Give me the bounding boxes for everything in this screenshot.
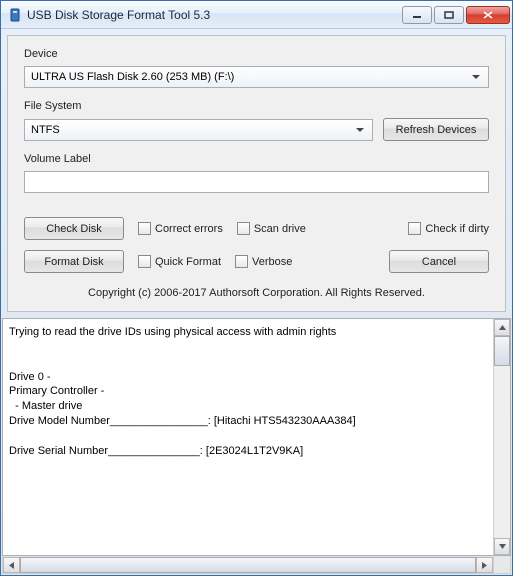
device-selected-value: ULTRA US Flash Disk 2.60 (253 MB) (F:\) [31, 71, 468, 83]
log-text[interactable]: Trying to read the drive IDs using physi… [3, 319, 493, 555]
filesystem-selected-value: NTFS [31, 124, 352, 136]
chevron-down-icon [352, 120, 368, 140]
cancel-button[interactable]: Cancel [389, 250, 489, 273]
copyright-text: Copyright (c) 2006-2017 Authorsoft Corpo… [24, 287, 489, 299]
horizontal-scrollbar[interactable] [2, 557, 511, 574]
scroll-down-icon[interactable] [494, 538, 510, 555]
device-label: Device [24, 48, 489, 60]
verbose-checkbox[interactable]: Verbose [235, 255, 292, 268]
checkbox-label: Check if dirty [425, 223, 489, 235]
scroll-left-icon[interactable] [3, 557, 20, 573]
checkbox-icon [138, 222, 151, 235]
titlebar: USB Disk Storage Format Tool 5.3 [1, 1, 512, 29]
checkbox-label: Correct errors [155, 223, 223, 235]
scroll-track[interactable] [20, 557, 476, 573]
filesystem-select[interactable]: NTFS [24, 119, 373, 141]
log-output: Trying to read the drive IDs using physi… [2, 318, 511, 556]
minimize-button[interactable] [402, 6, 432, 24]
scroll-track[interactable] [494, 336, 510, 538]
check-disk-button[interactable]: Check Disk [24, 217, 124, 240]
volume-label-label: Volume Label [24, 153, 489, 165]
check-if-dirty-checkbox[interactable]: Check if dirty [408, 222, 489, 235]
app-icon [7, 7, 23, 23]
checkbox-icon [138, 255, 151, 268]
checkbox-icon [408, 222, 421, 235]
refresh-devices-button[interactable]: Refresh Devices [383, 118, 489, 141]
checkbox-icon [235, 255, 248, 268]
checkbox-label: Scan drive [254, 223, 306, 235]
quick-format-checkbox[interactable]: Quick Format [138, 255, 221, 268]
scroll-thumb[interactable] [494, 336, 510, 366]
checkbox-label: Verbose [252, 256, 292, 268]
correct-errors-checkbox[interactable]: Correct errors [138, 222, 223, 235]
scroll-right-icon[interactable] [476, 557, 493, 573]
main-panel: Device ULTRA US Flash Disk 2.60 (253 MB)… [7, 35, 506, 312]
format-row: Format Disk Quick Format Verbose Cancel [24, 250, 489, 273]
window-controls [402, 6, 510, 24]
checkbox-label: Quick Format [155, 256, 221, 268]
check-row: Check Disk Correct errors Scan drive Che… [24, 217, 489, 240]
filesystem-label: File System [24, 100, 489, 112]
window-title: USB Disk Storage Format Tool 5.3 [27, 8, 402, 22]
scroll-up-icon[interactable] [494, 319, 510, 336]
format-disk-button[interactable]: Format Disk [24, 250, 124, 273]
app-window: USB Disk Storage Format Tool 5.3 Device … [0, 0, 513, 576]
chevron-down-icon [468, 67, 484, 87]
device-select[interactable]: ULTRA US Flash Disk 2.60 (253 MB) (F:\) [24, 66, 489, 88]
scrollbar-corner [493, 557, 510, 573]
close-button[interactable] [466, 6, 510, 24]
volume-label-input[interactable] [24, 171, 489, 193]
maximize-button[interactable] [434, 6, 464, 24]
scan-drive-checkbox[interactable]: Scan drive [237, 222, 306, 235]
scroll-thumb[interactable] [20, 557, 476, 573]
vertical-scrollbar[interactable] [493, 319, 510, 555]
checkbox-icon [237, 222, 250, 235]
